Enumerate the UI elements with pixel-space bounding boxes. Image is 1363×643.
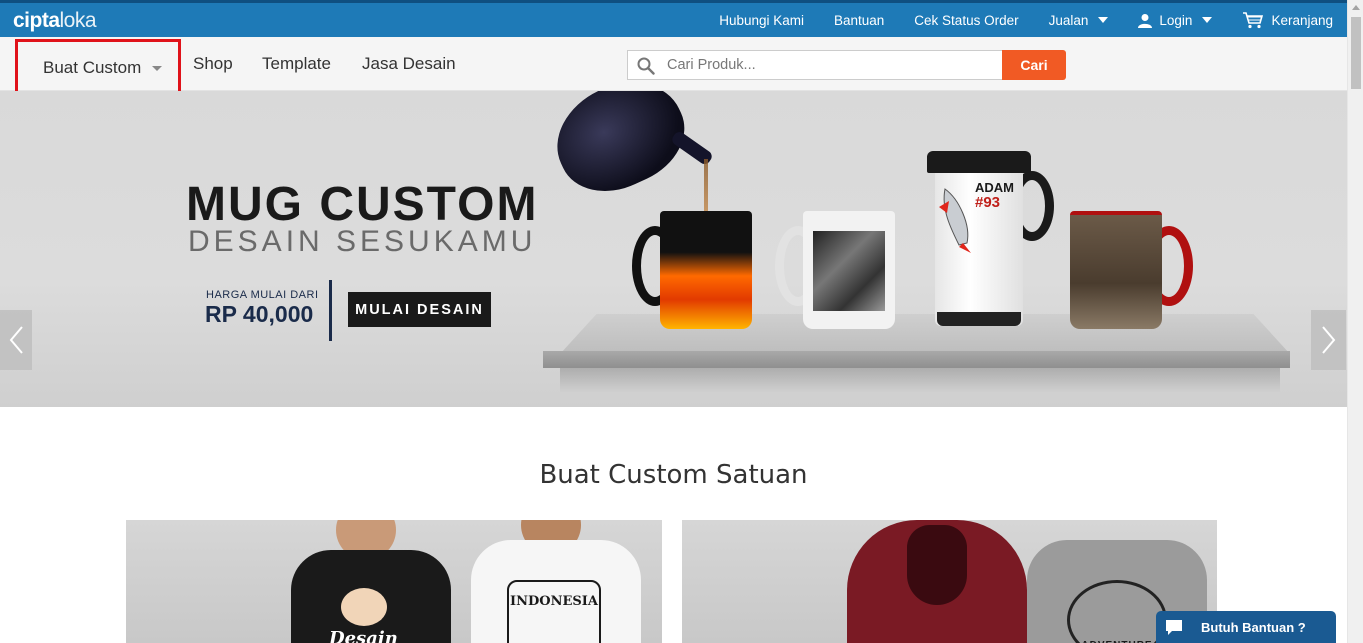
section-title: Buat Custom Satuan [539, 460, 808, 490]
mug-text-number: #93 [975, 194, 1001, 211]
help-chat-button[interactable]: Butuh Bantuan ? [1156, 611, 1336, 643]
travel-mug-lid [927, 151, 1031, 173]
cart-link[interactable]: Keranjang [1242, 11, 1333, 29]
nav-custom-label: Buat Custom [43, 57, 142, 77]
tshirt-label-print: INDONESIA [507, 580, 601, 643]
mug-text-name: ADAM [975, 180, 1014, 195]
travel-mug-base [937, 312, 1021, 326]
search-input[interactable] [667, 51, 997, 79]
carousel-next-button[interactable] [1311, 310, 1346, 370]
product-card-hoodie[interactable]: ADVENTURE [682, 520, 1217, 643]
chevron-down-icon [152, 66, 163, 71]
scroll-thumb[interactable] [1351, 17, 1361, 89]
photo-collage [813, 231, 885, 311]
rocket-icon [939, 188, 971, 253]
shelf-front [543, 351, 1290, 368]
nav-shop[interactable]: Shop [193, 37, 233, 91]
hero-banner[interactable]: MUG CUSTOM DESAIN SESUKAMU HARGA MULAI D… [0, 91, 1347, 407]
login-label: Login [1159, 12, 1193, 28]
top-links: Hubungi Kami Bantuan Cek Status Order Ju… [689, 3, 1333, 37]
nav-template[interactable]: Template [262, 37, 331, 91]
sell-dropdown[interactable]: Jualan [1049, 13, 1109, 28]
help-link[interactable]: Bantuan [834, 13, 884, 28]
chevron-down-icon [1202, 17, 1213, 23]
search-icon [637, 57, 655, 75]
banner-title: MUG CUSTOM [186, 178, 539, 231]
chevron-right-icon [1321, 326, 1335, 354]
white-tshirt: INDONESIA [471, 540, 641, 643]
help-chat-label: Butuh Bantuan ? [1201, 619, 1306, 635]
hood [907, 525, 967, 605]
tshirt-badge-print: ADVENTURE [1067, 580, 1167, 643]
nav-design-service[interactable]: Jasa Desain [362, 37, 456, 91]
banner-subtitle: DESAIN SESUKAMU [188, 225, 537, 258]
nav-custom-dropdown[interactable]: Buat Custom [15, 39, 181, 96]
chat-bubble-icon [1166, 620, 1182, 635]
chevron-left-icon [9, 326, 23, 354]
banner-price: RP 40,000 [205, 301, 314, 327]
tshirt-print-text: Desain [329, 628, 398, 643]
flame-mug [660, 211, 752, 329]
order-status-link[interactable]: Cek Status Order [914, 13, 1018, 28]
chevron-down-icon [1098, 17, 1109, 23]
cart-label: Keranjang [1271, 12, 1333, 28]
photo-mug [803, 211, 895, 329]
travel-mug: ADAM #93 [927, 151, 1031, 326]
start-design-button[interactable]: MULAI DESAIN [348, 292, 491, 327]
teapot-image [539, 91, 701, 209]
banner-price-label: HARGA MULAI DARI [206, 289, 319, 301]
top-bar: ciptaloka Hubungi Kami Bantuan Cek Statu… [0, 0, 1347, 37]
site-logo[interactable]: ciptaloka [13, 9, 97, 33]
login-dropdown[interactable]: Login [1138, 12, 1213, 28]
main-nav: Buat Custom Shop Template Jasa Desain Ca… [0, 37, 1347, 96]
scroll-up-arrow-icon[interactable] [1352, 5, 1360, 10]
user-icon [1138, 13, 1153, 28]
product-card-tshirt[interactable]: Desain INDONESIA [126, 520, 662, 643]
sell-label: Jualan [1048, 12, 1089, 28]
shelf-shadow [560, 368, 1280, 393]
bear-print [341, 588, 387, 626]
red-hoodie [847, 520, 1027, 643]
banner-divider [329, 280, 332, 341]
carousel-prev-button[interactable] [0, 310, 32, 370]
black-tshirt: Desain [291, 550, 451, 643]
cart-icon [1243, 12, 1264, 29]
search-button[interactable]: Cari [1002, 50, 1066, 80]
search-box [627, 50, 1003, 80]
coffee-photo-mug [1070, 211, 1162, 329]
pouring-stream [704, 159, 708, 217]
page-scrollbar[interactable] [1347, 0, 1363, 643]
contact-link[interactable]: Hubungi Kami [719, 13, 804, 28]
